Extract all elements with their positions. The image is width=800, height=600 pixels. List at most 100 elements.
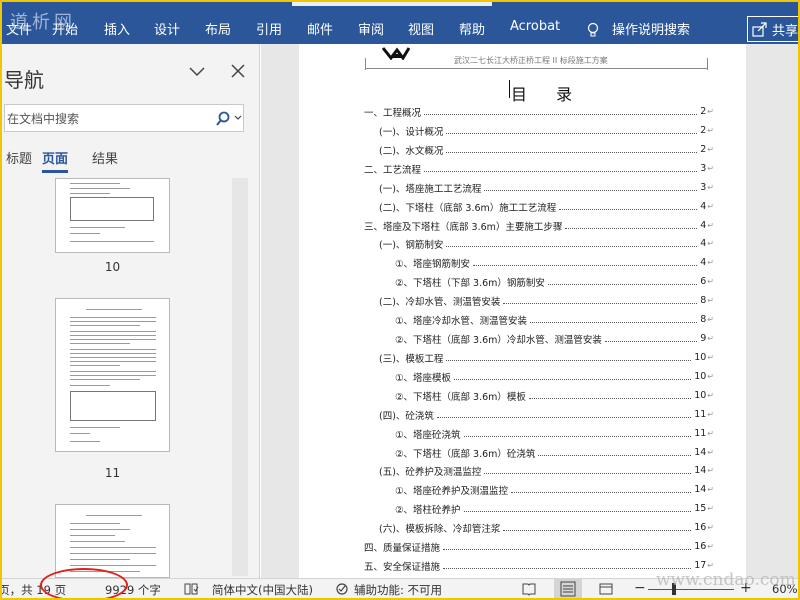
annotation-circle [40, 568, 128, 598]
toc-entry[interactable]: ①、塔座砼浇筑 11 ↵ [395, 424, 714, 443]
tab-results[interactable]: 结果 [92, 148, 118, 167]
paragraph-mark-icon: ↵ [707, 296, 714, 305]
tab-pages[interactable]: 页面 [42, 148, 68, 167]
nav-search-input[interactable]: 在文档中搜索 [4, 104, 244, 132]
tab-help[interactable]: 帮助 [459, 19, 485, 38]
toc-entry-text: (二)、冷却水管、测温管安装 [379, 296, 501, 308]
paragraph-mark-icon: ↵ [707, 277, 714, 286]
search-icon[interactable] [215, 111, 231, 127]
toc-entry-text: (一)、设计概况 [379, 126, 444, 138]
tab-references[interactable]: 引用 [256, 19, 282, 38]
lightbulb-icon[interactable] [587, 22, 599, 38]
close-icon[interactable] [230, 63, 246, 79]
tab-design[interactable]: 设计 [154, 19, 180, 38]
toc-entry-text: (三)、模板工程 [379, 353, 444, 365]
toc-entry[interactable]: 四、质量保证措施 16 ↵ [364, 537, 714, 556]
tab-headings[interactable]: 标题 [6, 148, 32, 167]
toc-page-number: 2 [700, 144, 707, 155]
toc-entry-text: ①、塔座砼浇筑 [395, 429, 461, 441]
accessibility-status[interactable]: 辅助功能: 不可用 [354, 582, 442, 598]
toc-entry-text: (二)、下塔柱（底部 3.6m）施工工艺流程 [379, 202, 557, 214]
toc-entry[interactable]: (六)、模板拆除、冷却管注浆 16 ↵ [379, 518, 714, 537]
toc-entry[interactable]: (二)、水文概况 2 ↵ [379, 140, 714, 159]
toc-page-number: 16 [694, 522, 707, 533]
toc-entry[interactable]: (四)、砼浇筑 11 ↵ [379, 405, 714, 424]
toc-leader-dots [604, 341, 698, 342]
share-button[interactable]: 共享 [747, 16, 798, 42]
toc-entry[interactable]: (一)、设计概况 2 ↵ [379, 121, 714, 140]
toc-entry[interactable]: ②、下塔柱（底部 3.6m）冷却水管、测温管安装 9 ↵ [395, 329, 714, 348]
proofing-book-icon[interactable] [184, 582, 199, 596]
language-status[interactable]: 简体中文(中国大陆) [212, 582, 313, 598]
toc-entry[interactable]: 三、塔座及下塔柱（底部 3.6m）主要施工步骤 4 ↵ [364, 216, 714, 235]
page-thumbnail-11[interactable] [55, 298, 170, 452]
tab-view[interactable]: 视图 [408, 19, 434, 38]
web-layout-icon[interactable] [599, 582, 613, 596]
paragraph-mark-icon: ↵ [707, 410, 714, 419]
tell-me-search[interactable]: 操作说明搜索 [612, 19, 690, 38]
accessibility-icon[interactable] [335, 582, 350, 596]
toc-entry-text: (一)、塔座施工工艺流程 [379, 183, 482, 195]
toc-leader-dots [559, 209, 698, 210]
document-canvas[interactable]: 武汉二七长江大桥正桥工程 II 标段施工方案 目 录 一、工程概况 2 ↵ (一)、设… [261, 44, 798, 578]
read-mode-icon[interactable] [522, 582, 536, 596]
page-thumbnail-12[interactable] [55, 504, 170, 578]
toc-leader-dots [436, 417, 692, 418]
toc-entry[interactable]: (二)、冷却水管、测温管安装 8 ↵ [379, 291, 714, 310]
toc-entry[interactable]: 二、工艺流程 3 ↵ [364, 159, 714, 178]
toc-entry-text: ②、下塔柱（下部 3.6m）钢筋制安 [395, 277, 545, 289]
chevron-down-icon[interactable] [188, 66, 206, 78]
toc-entry[interactable]: (一)、钢筋制安 4 ↵ [379, 234, 714, 253]
print-layout-button[interactable] [554, 579, 582, 598]
dropdown-arrow-icon[interactable] [234, 115, 242, 121]
paragraph-mark-icon: ↵ [707, 504, 714, 513]
toc-leader-dots [511, 492, 692, 493]
toc-entry[interactable]: ①、塔座模板 10 ↵ [395, 367, 714, 386]
toc-entry-text: 二、工艺流程 [364, 164, 422, 176]
tab-home[interactable]: 开始 [52, 19, 78, 38]
paragraph-mark-icon: ↵ [707, 107, 714, 116]
toc-entry[interactable]: ②、下塔柱（底部 3.6m）模板 10 ↵ [395, 386, 714, 405]
toc-leader-dots [446, 133, 698, 134]
toc-page-number: 2 [700, 125, 707, 136]
toc-entry[interactable]: (二)、下塔柱（底部 3.6m）施工工艺流程 4 ↵ [379, 197, 714, 216]
document-page[interactable]: 武汉二七长江大桥正桥工程 II 标段施工方案 目 录 一、工程概况 2 ↵ (一)、设… [299, 44, 746, 578]
toc-entry-text: (六)、模板拆除、冷却管注浆 [379, 523, 501, 535]
toc-entry[interactable]: 一、工程概况 2 ↵ [364, 102, 714, 121]
header-rule [365, 68, 707, 69]
watermark-url: www.cndao.com [656, 570, 796, 590]
toc-entry[interactable]: (五)、砼养护及测温监控 14 ↵ [379, 461, 714, 480]
toc-page-number: 4 [700, 238, 707, 249]
tab-mailings[interactable]: 邮件 [307, 19, 333, 38]
toc-entry[interactable]: ②、下塔柱（底部 3.6m）砼浇筑 14 ↵ [395, 443, 714, 462]
toc-entry[interactable]: ①、塔座钢筋制安 4 ↵ [395, 253, 714, 272]
toc-entry[interactable]: (三)、模板工程 10 ↵ [379, 348, 714, 367]
toc-leader-dots [424, 171, 698, 172]
tab-layout[interactable]: 布局 [205, 19, 231, 38]
paragraph-mark-icon: ↵ [707, 466, 714, 475]
text-cursor [509, 80, 510, 98]
tab-review[interactable]: 审阅 [358, 19, 384, 38]
toc-entry[interactable]: ②、下塔柱（下部 3.6m）钢筋制安 6 ↵ [395, 272, 714, 291]
paragraph-mark-icon: ↵ [707, 372, 714, 381]
paragraph-mark-icon: ↵ [707, 239, 714, 248]
toc-entry-text: (二)、水文概况 [379, 145, 444, 157]
toc-entry-text: ①、塔座模板 [395, 372, 452, 384]
paragraph-mark-icon: ↵ [707, 315, 714, 324]
toc-leader-dots [565, 228, 698, 229]
zoom-out-button[interactable]: − [634, 580, 646, 596]
toc-leader-dots [443, 568, 692, 569]
toc-entry[interactable]: ②、塔柱砼养护 15 ↵ [395, 499, 714, 518]
toc-entry[interactable]: (一)、塔座施工工艺流程 3 ↵ [379, 178, 714, 197]
toc-entry[interactable]: ①、塔座冷却水管、测温管安装 8 ↵ [395, 310, 714, 329]
page-thumbnail-10[interactable] [55, 178, 170, 253]
toc-entry[interactable]: ①、塔座砼养护及测温监控 14 ↵ [395, 480, 714, 499]
tab-acrobat[interactable]: Acrobat [510, 19, 560, 34]
toc-entry-text: (一)、钢筋制安 [379, 239, 444, 251]
nav-scrollbar[interactable] [232, 178, 248, 576]
toc-page-number: 15 [694, 503, 707, 514]
toc-page-number: 8 [700, 295, 707, 306]
toc-leader-dots [446, 360, 692, 361]
tab-insert[interactable]: 插入 [104, 19, 130, 38]
paragraph-mark-icon: ↵ [707, 183, 714, 192]
